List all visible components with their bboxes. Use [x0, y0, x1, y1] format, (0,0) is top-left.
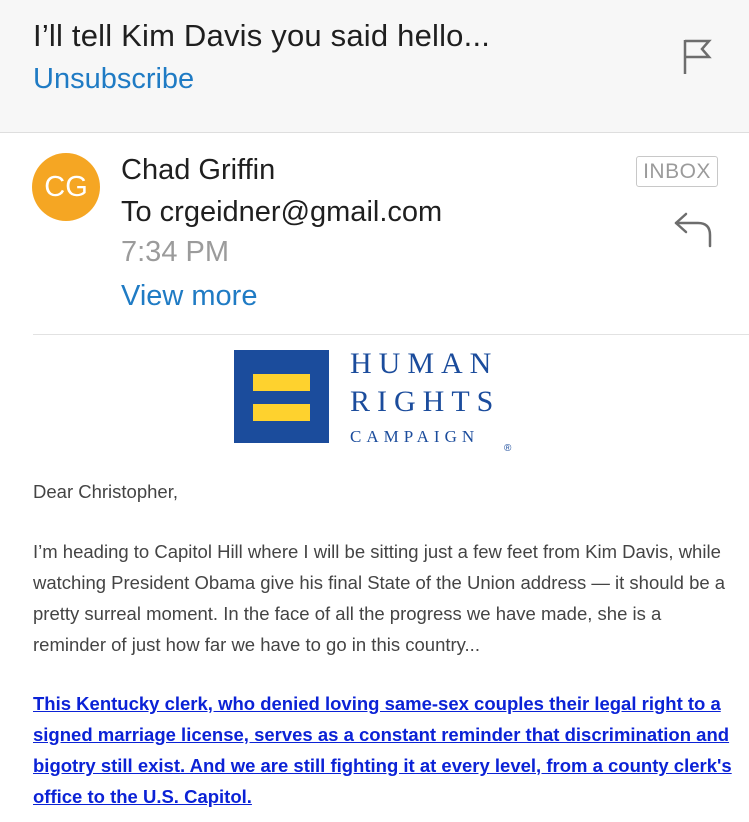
- header-divider: [33, 334, 749, 335]
- logo-equal-sign-square: [234, 350, 329, 443]
- recipient-line: To crgeidner@gmail.com: [121, 196, 443, 228]
- sender-name[interactable]: Chad Griffin: [121, 154, 275, 187]
- folder-badge: INBOX: [636, 156, 718, 187]
- unsubscribe-link[interactable]: Unsubscribe: [33, 63, 194, 96]
- body-link-paragraph[interactable]: This Kentucky clerk, who denied loving s…: [33, 688, 733, 812]
- logo-text-rights: RIGHTS: [350, 385, 501, 418]
- greeting: Dear Christopher,: [33, 481, 178, 502]
- avatar[interactable]: CG: [32, 153, 100, 221]
- logo-equal-bar-top: [253, 374, 310, 391]
- email-header: I’ll tell Kim Davis you said hello... Un…: [0, 0, 749, 133]
- body-paragraph: I’m heading to Capitol Hill where I will…: [33, 541, 726, 655]
- logo-text-campaign: CAMPAIGN: [350, 427, 480, 446]
- flag-icon[interactable]: [681, 38, 713, 76]
- email-subject: I’ll tell Kim Davis you said hello...: [33, 18, 491, 53]
- logo-registered-mark: ®: [504, 443, 512, 454]
- hrc-logo: HUMAN RIGHTS CAMPAIGN ®: [234, 347, 524, 457]
- logo-equal-bar-bottom: [253, 404, 310, 421]
- view-more-link[interactable]: View more: [121, 280, 257, 313]
- logo-text-human: HUMAN: [350, 347, 499, 380]
- reply-icon[interactable]: [672, 210, 714, 250]
- timestamp: 7:34 PM: [121, 236, 229, 268]
